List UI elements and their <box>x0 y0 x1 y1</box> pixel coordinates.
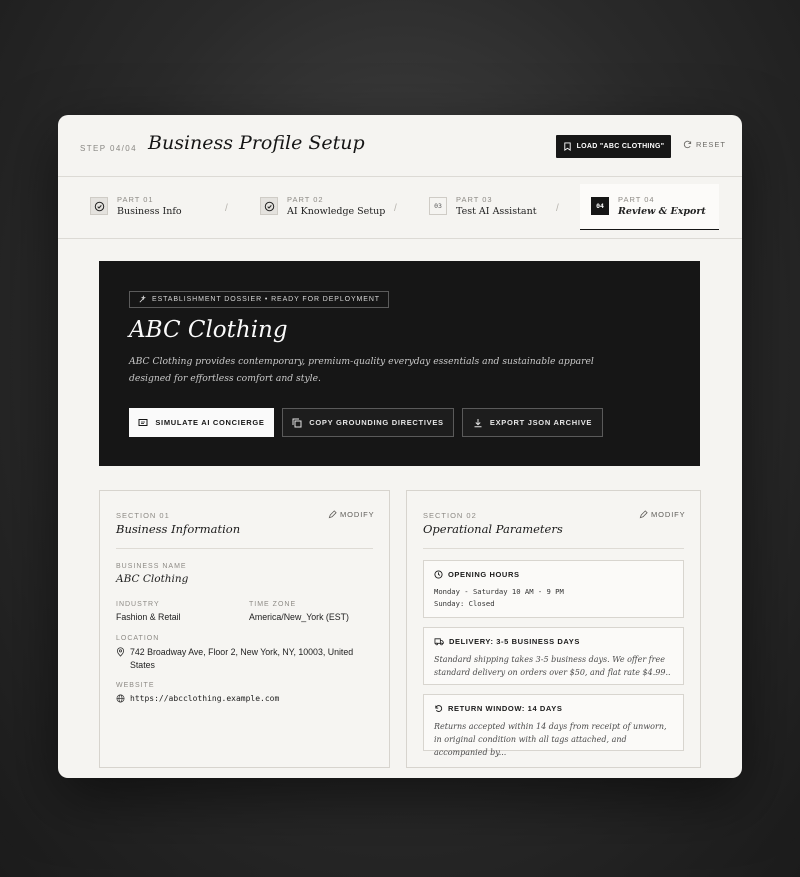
website-label: WEBSITE <box>116 682 155 689</box>
reset-label: RESET <box>696 140 727 149</box>
return-window-title: RETURN WINDOW: 14 DAYS <box>448 704 563 713</box>
status-badge: ESTABLISHMENT DOSSIER • READY FOR DEPLOY… <box>129 291 389 308</box>
delivery-text: Standard shipping takes 3-5 business day… <box>434 655 671 677</box>
copy-label: COPY GROUNDING DIRECTIVES <box>309 418 444 427</box>
operational-parameters-panel: SECTION 02 Operational Parameters MODIFY… <box>406 490 701 768</box>
stepper: PART 01 Business Info / PART 02 AI Knowl… <box>58 177 742 239</box>
section-title: Operational Parameters <box>423 522 563 536</box>
page-title: Business Profile Setup <box>148 132 365 154</box>
sparkle-icon <box>139 295 146 303</box>
step-ai-knowledge[interactable]: PART 02 AI Knowledge Setup <box>260 195 385 217</box>
delivery-title: DELIVERY: 3-5 BUSINESS DAYS <box>449 637 580 646</box>
timezone-value: America/New_York (EST) <box>249 612 349 622</box>
step-label: Business Info <box>117 206 182 217</box>
download-icon <box>474 418 482 427</box>
opening-hours-title: OPENING HOURS <box>448 570 520 579</box>
website-link[interactable]: https://abcclothing.example.com <box>130 694 279 703</box>
simulate-label: SIMULATE AI CONCIERGE <box>155 418 265 427</box>
clock-icon <box>434 570 443 579</box>
modify-business-button[interactable]: MODIFY <box>328 510 375 519</box>
timezone-label: TIME ZONE <box>249 601 297 608</box>
section-title: Business Information <box>116 522 241 536</box>
step-number: 04 <box>591 197 609 215</box>
step-label: Review & Export <box>618 206 706 217</box>
status-badge-text: ESTABLISHMENT DOSSIER • READY FOR DEPLOY… <box>152 296 380 303</box>
business-information-panel: SECTION 01 Business Information MODIFY B… <box>99 490 390 768</box>
simulate-concierge-button[interactable]: SIMULATE AI CONCIERGE <box>129 408 274 437</box>
step-separator: / <box>394 203 397 214</box>
step-number: 03 <box>429 197 447 215</box>
business-name-heading: ABC Clothing <box>129 317 288 343</box>
header: STEP 04/04 Business Profile Setup LOAD "… <box>58 115 742 177</box>
reset-button[interactable]: RESET <box>683 140 726 149</box>
step-part: PART 03 <box>456 195 493 204</box>
business-description: ABC Clothing provides contemporary, prem… <box>129 356 594 384</box>
hours-weekdays: Monday - Saturday 10 AM - 9 PM <box>434 587 564 596</box>
step-separator: / <box>556 203 559 214</box>
copy-directives-button[interactable]: COPY GROUNDING DIRECTIVES <box>282 408 454 437</box>
map-pin-icon <box>116 647 125 657</box>
business-name-value: ABC Clothing <box>116 573 189 585</box>
return-icon <box>435 705 443 712</box>
check-icon <box>90 197 108 215</box>
return-window-text: Returns accepted within 14 days from rec… <box>434 722 667 757</box>
industry-label: INDUSTRY <box>116 601 160 608</box>
step-separator: / <box>225 203 228 214</box>
chat-icon <box>138 418 148 426</box>
section-divider <box>423 548 684 549</box>
check-icon <box>260 197 278 215</box>
dossier-hero: ESTABLISHMENT DOSSIER • READY FOR DEPLOY… <box>99 261 700 466</box>
globe-icon <box>116 694 125 703</box>
step-indicator: STEP 04/04 <box>80 144 137 153</box>
step-test-assistant[interactable]: 03 PART 03 Test AI Assistant <box>429 195 537 217</box>
step-label: Test AI Assistant <box>456 206 537 217</box>
step-business-info[interactable]: PART 01 Business Info <box>90 195 182 217</box>
section-number: SECTION 01 <box>116 511 170 520</box>
step-part: PART 04 <box>618 195 655 204</box>
load-sample-label: LOAD "ABC CLOTHING" <box>576 143 665 150</box>
business-name-label: BUSINESS NAME <box>116 563 187 570</box>
export-label: EXPORT JSON ARCHIVE <box>489 418 593 427</box>
bookmark-icon <box>563 142 571 151</box>
step-label: AI Knowledge Setup <box>287 206 386 217</box>
opening-hours-card: OPENING HOURS Monday - Saturday 10 AM - … <box>423 560 684 618</box>
step-review-export[interactable]: 04 PART 04 Review & Export <box>591 195 706 217</box>
pencil-icon <box>639 510 648 519</box>
section-number: SECTION 02 <box>423 511 477 520</box>
modify-operations-button[interactable]: MODIFY <box>639 510 686 519</box>
copy-icon <box>292 418 302 427</box>
section-divider <box>116 548 373 549</box>
refresh-icon <box>683 140 692 149</box>
step-part: PART 01 <box>117 195 154 204</box>
setup-card: STEP 04/04 Business Profile Setup LOAD "… <box>58 115 742 778</box>
load-sample-button[interactable]: LOAD "ABC CLOTHING" <box>556 135 671 158</box>
hours-sunday: Sunday: Closed <box>434 599 495 608</box>
export-json-button[interactable]: EXPORT JSON ARCHIVE <box>462 408 603 437</box>
modify-label: MODIFY <box>651 510 686 519</box>
truck-icon <box>434 638 444 646</box>
industry-value: Fashion & Retail <box>116 612 181 622</box>
step-part: PART 02 <box>287 195 324 204</box>
modify-label: MODIFY <box>340 510 375 519</box>
location-value: 742 Broadway Ave, Floor 2, New York, NY,… <box>130 647 354 670</box>
delivery-card: DELIVERY: 3-5 BUSINESS DAYS Standard shi… <box>423 627 684 685</box>
location-label: LOCATION <box>116 635 160 642</box>
pencil-icon <box>328 510 337 519</box>
return-window-card: RETURN WINDOW: 14 DAYS Returns accepted … <box>423 694 684 757</box>
